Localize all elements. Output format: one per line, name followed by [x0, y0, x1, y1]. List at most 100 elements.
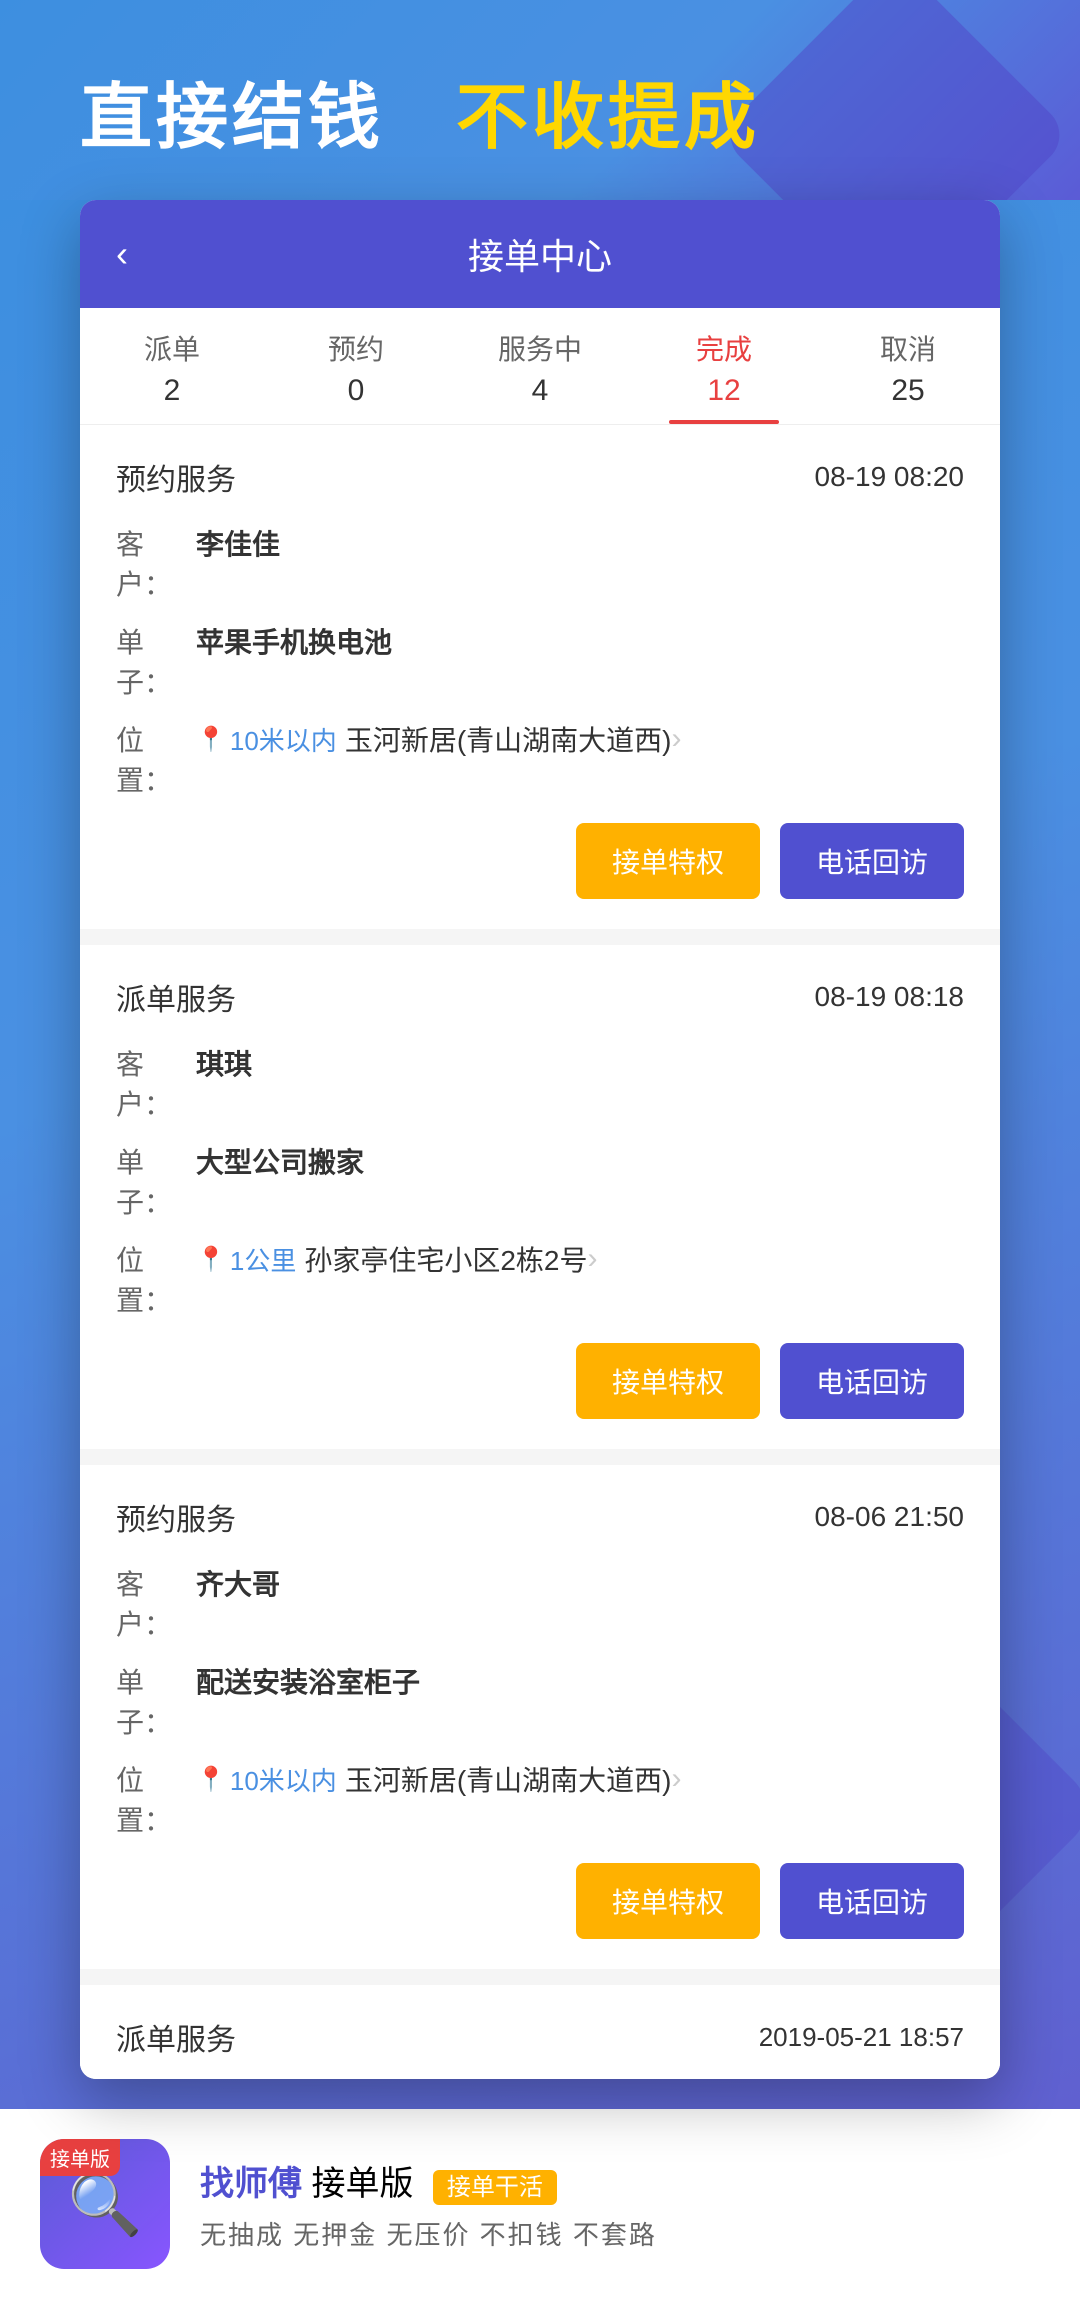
order-time-1: 08-19 08:20: [815, 461, 964, 493]
tab-complete-count: 12: [707, 374, 740, 408]
banner-title: 找师傅 接单版 接单干活: [200, 2156, 1040, 2205]
order-item-label-2: 单子：: [116, 1141, 196, 1221]
banner-app-suffix: 接单版: [311, 2165, 413, 2203]
order-actions-3: 接单特权 电话回访: [116, 1863, 964, 1939]
order-customer-label-3: 客户：: [116, 1563, 196, 1643]
order-item-value-3: 配送安装浴室柜子: [196, 1661, 420, 1701]
bottom-banner: 接单版 🔍 找师傅 接单版 接单干活 无抽成 无押金 无压价 不扣钱 不套路: [0, 2109, 1080, 2299]
order-item-row-1: 单子： 苹果手机换电池: [116, 621, 964, 701]
location-pin-icon-2: 📍: [196, 1245, 226, 1274]
order-location-content-1: 📍 10米以内 玉河新居(青山湖南大道西) ›: [196, 719, 681, 759]
tab-inservice-count: 4: [532, 374, 549, 408]
btn-callback-3[interactable]: 电话回访: [780, 1863, 964, 1939]
order-customer-value-1: 李佳佳: [196, 523, 280, 563]
order-customer-row-1: 客户： 李佳佳: [116, 523, 964, 603]
banner-subtitle: 无抽成 无押金 无压价 不扣钱 不套路: [200, 2215, 1040, 2252]
order-customer-label-1: 客户：: [116, 523, 196, 603]
partial-order-time: 2019-05-21 18:57: [759, 2022, 964, 2053]
tab-dispatch-label: 派单: [144, 328, 200, 368]
order-location-content-3: 📍 10米以内 玉河新居(青山湖南大道西) ›: [196, 1759, 681, 1799]
order-time-3: 08-06 21:50: [815, 1501, 964, 1533]
order-item-label-1: 单子：: [116, 621, 196, 701]
partial-order-type: 派单服务: [116, 2015, 236, 2059]
location-distance-2: 1公里: [230, 1241, 296, 1278]
back-button[interactable]: ‹: [116, 233, 128, 275]
tab-dispatch-count: 2: [164, 374, 181, 408]
app-title: 接单中心: [468, 228, 612, 280]
location-pin-icon-3: 📍: [196, 1765, 226, 1794]
btn-callback-2[interactable]: 电话回访: [780, 1343, 964, 1419]
tab-appointment-count: 0: [348, 374, 365, 408]
order-item-value-2: 大型公司搬家: [196, 1141, 364, 1181]
banner-text-content: 找师傅 接单版 接单干活 无抽成 无押金 无压价 不扣钱 不套路: [200, 2156, 1040, 2252]
order-item-row-3: 单子： 配送安装浴室柜子: [116, 1661, 964, 1741]
tab-dispatch[interactable]: 派单 2: [80, 308, 264, 424]
location-arrow-1: ›: [671, 722, 681, 756]
tab-appointment[interactable]: 预约 0: [264, 308, 448, 424]
order-customer-value-2: 琪琪: [196, 1043, 252, 1083]
order-item-value-1: 苹果手机换电池: [196, 621, 392, 661]
order-card-1: 预约服务 08-19 08:20 客户： 李佳佳 单子： 苹果手机换电池 位置：…: [80, 425, 1000, 929]
location-addr-2: 孙家亭住宅小区2栋2号: [304, 1239, 587, 1279]
btn-callback-1[interactable]: 电话回访: [780, 823, 964, 899]
order-customer-row-3: 客户： 齐大哥: [116, 1563, 964, 1643]
tab-appointment-label: 预约: [328, 328, 384, 368]
tab-complete[interactable]: 完成 12: [632, 308, 816, 424]
tab-cancel-count: 25: [891, 374, 924, 408]
tab-inservice-label: 服务中: [498, 328, 582, 368]
tab-complete-label: 完成: [696, 328, 752, 368]
btn-privilege-1[interactable]: 接单特权: [576, 823, 760, 899]
order-customer-label-2: 客户：: [116, 1043, 196, 1123]
location-addr-1: 玉河新居(青山湖南大道西): [345, 719, 672, 759]
app-header: ‹ 接单中心: [80, 200, 1000, 308]
tab-cancel[interactable]: 取消 25: [816, 308, 1000, 424]
order-item-row-2: 单子： 大型公司搬家: [116, 1141, 964, 1221]
location-inner-2: 📍 1公里 孙家亭住宅小区2栋2号: [196, 1239, 588, 1279]
order-location-label-1: 位置：: [116, 719, 196, 799]
banner-app-name: 找师傅: [200, 2165, 302, 2203]
order-customer-value-3: 齐大哥: [196, 1563, 280, 1603]
banner-icon-tag: 接单版: [40, 2139, 120, 2176]
location-inner-1: 📍 10米以内 玉河新居(青山湖南大道西): [196, 719, 671, 759]
location-arrow-3: ›: [671, 1762, 681, 1796]
location-inner-3: 📍 10米以内 玉河新居(青山湖南大道西): [196, 1759, 671, 1799]
location-addr-3: 玉河新居(青山湖南大道西): [345, 1759, 672, 1799]
order-time-2: 08-19 08:18: [815, 981, 964, 1013]
app-window: ‹ 接单中心 派单 2 预约 0 服务中 4 完成 12 取消 25: [80, 200, 1000, 2079]
location-pin-icon-1: 📍: [196, 725, 226, 754]
order-customer-row-2: 客户： 琪琪: [116, 1043, 964, 1123]
hero-title: 直接结钱 不收提成: [80, 58, 760, 163]
order-type-2: 派单服务: [116, 975, 236, 1019]
order-actions-1: 接单特权 电话回访: [116, 823, 964, 899]
order-header-1: 预约服务 08-19 08:20: [116, 455, 964, 499]
order-card-partial: 派单服务 2019-05-21 18:57: [80, 1985, 1000, 2079]
tab-inservice[interactable]: 服务中 4: [448, 308, 632, 424]
order-card-2: 派单服务 08-19 08:18 客户： 琪琪 单子： 大型公司搬家 位置： 📍: [80, 945, 1000, 1449]
order-header-3: 预约服务 08-06 21:50: [116, 1495, 964, 1539]
hero-section: 直接结钱 不收提成: [0, 0, 1080, 200]
banner-app-icon: 接单版 🔍: [40, 2139, 170, 2269]
order-location-row-1: 位置： 📍 10米以内 玉河新居(青山湖南大道西) ›: [116, 719, 964, 799]
btn-privilege-2[interactable]: 接单特权: [576, 1343, 760, 1419]
order-location-content-2: 📍 1公里 孙家亭住宅小区2栋2号 ›: [196, 1239, 598, 1279]
location-arrow-2: ›: [588, 1242, 598, 1276]
order-type-3: 预约服务: [116, 1495, 236, 1539]
order-location-label-3: 位置：: [116, 1759, 196, 1839]
order-location-row-3: 位置： 📍 10米以内 玉河新居(青山湖南大道西) ›: [116, 1759, 964, 1839]
tab-cancel-label: 取消: [880, 328, 936, 368]
order-location-row-2: 位置： 📍 1公里 孙家亭住宅小区2栋2号 ›: [116, 1239, 964, 1319]
hero-text-yellow: 不收提成: [456, 78, 760, 158]
order-list: 预约服务 08-19 08:20 客户： 李佳佳 单子： 苹果手机换电池 位置：…: [80, 425, 1000, 2079]
phone-area: ‹ 接单中心 派单 2 预约 0 服务中 4 完成 12 取消 25: [0, 200, 1080, 2109]
order-header-2: 派单服务 08-19 08:18: [116, 975, 964, 1019]
banner-badge: 接单干活: [433, 2170, 557, 2205]
btn-privilege-3[interactable]: 接单特权: [576, 1863, 760, 1939]
hero-text-white: 直接结钱: [80, 78, 384, 158]
tab-bar: 派单 2 预约 0 服务中 4 完成 12 取消 25: [80, 308, 1000, 425]
order-actions-2: 接单特权 电话回访: [116, 1343, 964, 1419]
order-item-label-3: 单子：: [116, 1661, 196, 1741]
order-card-3: 预约服务 08-06 21:50 客户： 齐大哥 单子： 配送安装浴室柜子 位置…: [80, 1465, 1000, 1969]
location-distance-3: 10米以内: [230, 1761, 337, 1798]
banner-mascot-icon: 🔍: [68, 2169, 143, 2240]
order-type-1: 预约服务: [116, 455, 236, 499]
